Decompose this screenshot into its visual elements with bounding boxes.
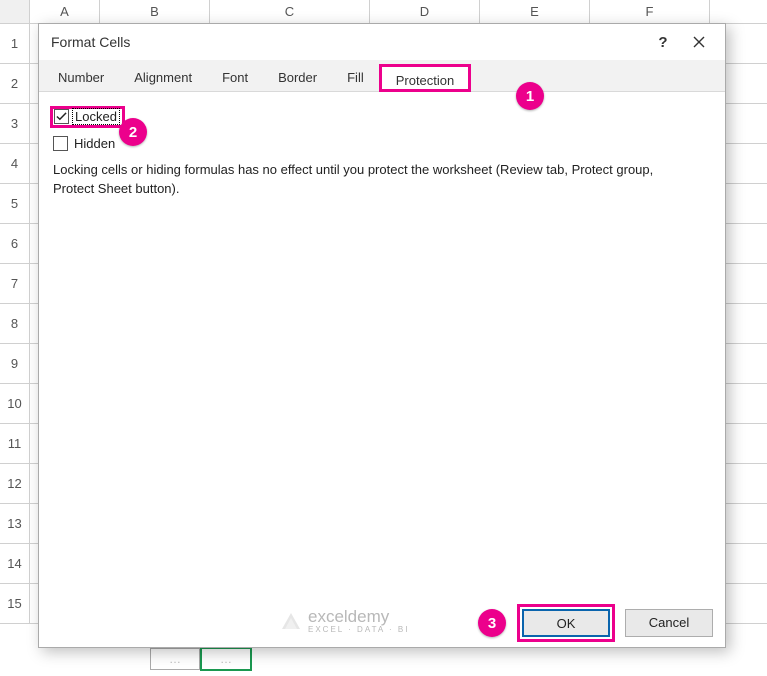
row-header[interactable]: 3 bbox=[0, 104, 30, 143]
col-header[interactable]: C bbox=[210, 0, 370, 23]
row-header[interactable]: 7 bbox=[0, 264, 30, 303]
cancel-button[interactable]: Cancel bbox=[625, 609, 713, 637]
dialog-titlebar[interactable]: Format Cells ? bbox=[39, 24, 725, 60]
tab-border[interactable]: Border bbox=[263, 63, 332, 91]
dialog-title: Format Cells bbox=[51, 34, 645, 50]
row-header[interactable]: 11 bbox=[0, 424, 30, 463]
protection-info-text: Locking cells or hiding formulas has no … bbox=[53, 161, 693, 199]
col-header[interactable]: E bbox=[480, 0, 590, 23]
locked-label: Locked bbox=[73, 109, 119, 124]
col-header[interactable]: B bbox=[100, 0, 210, 23]
check-icon bbox=[56, 111, 67, 122]
close-icon bbox=[693, 36, 705, 48]
callout-badge-3: 3 bbox=[478, 609, 506, 637]
row-header[interactable]: 5 bbox=[0, 184, 30, 223]
help-button[interactable]: ? bbox=[645, 26, 681, 58]
sheet-tab-active[interactable]: … bbox=[200, 647, 252, 671]
col-header[interactable]: F bbox=[590, 0, 710, 23]
row-header[interactable]: 4 bbox=[0, 144, 30, 183]
format-cells-dialog: Format Cells ? Number Alignment Font Bor… bbox=[38, 23, 726, 648]
ok-button[interactable]: OK bbox=[522, 609, 610, 637]
locked-checkbox[interactable] bbox=[54, 109, 69, 124]
protection-tab-content: Locked Hidden Locking cells or hiding fo… bbox=[39, 92, 725, 599]
sheet-tab[interactable]: … bbox=[150, 648, 200, 670]
sheet-tab-bar: … … bbox=[150, 646, 252, 672]
row-header[interactable]: 6 bbox=[0, 224, 30, 263]
col-header[interactable]: D bbox=[370, 0, 480, 23]
tab-number[interactable]: Number bbox=[43, 63, 119, 91]
col-header[interactable]: A bbox=[30, 0, 100, 23]
row-header[interactable]: 9 bbox=[0, 344, 30, 383]
row-header[interactable]: 1 bbox=[0, 24, 30, 63]
hidden-checkbox[interactable] bbox=[53, 136, 68, 151]
close-button[interactable] bbox=[681, 26, 717, 58]
row-header[interactable]: 8 bbox=[0, 304, 30, 343]
callout-badge-2: 2 bbox=[119, 118, 147, 146]
column-header-row: A B C D E F bbox=[0, 0, 767, 24]
tab-protection[interactable]: Protection bbox=[379, 64, 472, 92]
dialog-button-row: OK Cancel bbox=[39, 599, 725, 647]
dialog-tabbar: Number Alignment Font Border Fill Protec… bbox=[39, 60, 725, 92]
row-header[interactable]: 14 bbox=[0, 544, 30, 583]
row-header[interactable]: 15 bbox=[0, 584, 30, 623]
tab-fill[interactable]: Fill bbox=[332, 63, 379, 91]
select-all-corner[interactable] bbox=[0, 0, 30, 23]
tab-font[interactable]: Font bbox=[207, 63, 263, 91]
row-header[interactable]: 13 bbox=[0, 504, 30, 543]
row-header[interactable]: 10 bbox=[0, 384, 30, 423]
callout-badge-1: 1 bbox=[516, 82, 544, 110]
row-header[interactable]: 2 bbox=[0, 64, 30, 103]
row-header[interactable]: 12 bbox=[0, 464, 30, 503]
tab-alignment[interactable]: Alignment bbox=[119, 63, 207, 91]
hidden-label: Hidden bbox=[74, 136, 115, 151]
